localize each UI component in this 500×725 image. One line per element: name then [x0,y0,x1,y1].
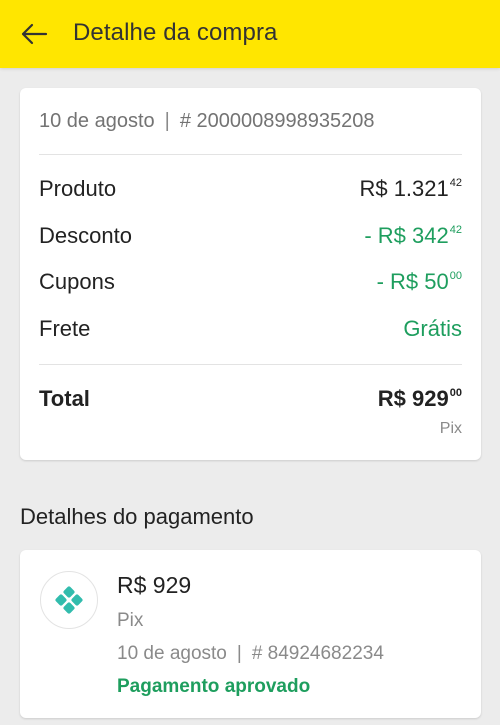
meta-separator: | [164,110,170,132]
payment-transaction: # 84924682234 [251,643,384,664]
value-main: R$ 1.321 [359,176,449,201]
summary-row-produto: Produto R$ 1.32142 [39,176,462,206]
app-bar: Detalhe da compra [0,0,500,68]
row-value: Grátis [403,316,462,341]
summary-row-total: Total R$ 92900 [39,386,462,416]
pix-icon [55,586,83,614]
total-payment-method: Pix [439,420,462,437]
summary-row-desconto: Desconto - R$ 34242 [39,223,462,253]
row-value: R$ 1.32142 [359,176,462,202]
arrow-left-icon [21,23,48,45]
value-main: - R$ 342 [364,223,449,248]
payment-amount: R$ 929 [117,572,192,598]
back-button[interactable] [14,16,54,52]
value-cents: 00 [449,269,462,282]
divider [39,154,462,155]
row-label: Produto [39,176,117,201]
payment-date: 10 de agosto [117,643,227,664]
payment-meta: 10 de agosto | # 84924682234 [117,643,384,665]
summary-row-cupons: Cupons - R$ 5000 [39,269,462,299]
divider [39,364,462,365]
payment-section-title: Detalhes do pagamento [20,504,254,529]
payment-status: Pagamento aprovado [117,676,311,697]
value-main: R$ 929 [377,386,449,411]
order-number: # 2000008998935208 [179,110,375,132]
value-main: - R$ 50 [376,269,449,294]
row-label: Cupons [39,269,115,294]
row-label: Desconto [39,223,132,248]
value-cents: 00 [449,386,462,399]
payment-method: Pix [117,610,144,631]
pix-icon-container [40,571,98,629]
order-date: 10 de agosto [39,110,155,132]
page-title: Detalhe da compra [73,19,278,46]
order-summary-card: 10 de agosto | # 2000008998935208 Produto … [20,88,481,460]
value-cents: 42 [449,223,462,236]
order-meta: 10 de agosto | # 2000008998935208 [39,110,375,133]
meta-separator: | [236,643,242,664]
summary-row-frete: Frete Grátis [39,316,462,346]
value-cents: 42 [449,176,462,189]
total-value: R$ 92900 [378,386,462,412]
row-label: Frete [39,316,91,341]
row-value: - R$ 5000 [377,269,462,295]
payment-card[interactable]: R$ 929 Pix 10 de agosto | # 84924682234 Pa… [20,550,481,718]
row-value: - R$ 34242 [364,223,462,249]
total-label: Total [39,386,90,411]
